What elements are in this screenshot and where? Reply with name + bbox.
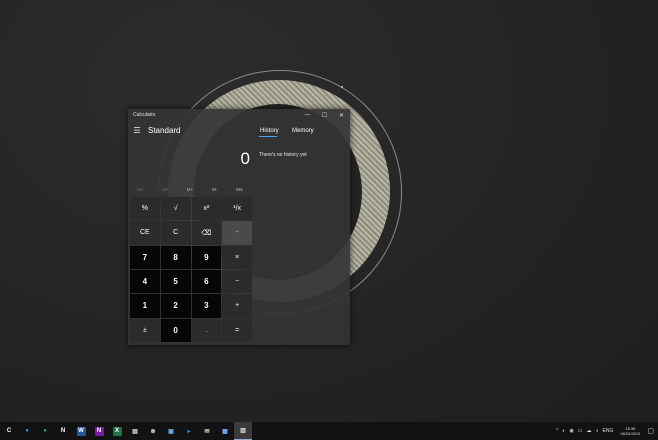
clear-entry-key[interactable]: CE: [130, 221, 160, 245]
system-tray: ^ ◐ ◉ ▭ ☁ ◖ ENG 18:36 06/03/2019 ▢: [554, 422, 658, 440]
memory-recall-button[interactable]: MR: [153, 183, 178, 195]
window-title: Calculator: [133, 112, 156, 118]
reciprocal-key[interactable]: ¹/x: [222, 197, 252, 221]
equals-key[interactable]: =: [222, 318, 252, 342]
spotify-icon-glyph: ●: [43, 428, 47, 434]
backspace-key[interactable]: ⌫: [191, 221, 222, 245]
calculator-header: ☰ Standard History Memory: [128, 123, 350, 141]
result-display: 0: [240, 149, 250, 168]
multiply-key[interactable]: ×: [222, 245, 252, 269]
calculator-window: Calculator — ☐ ✕ ☰ Standard History Memo…: [128, 109, 350, 345]
photos-icon[interactable]: ▣: [162, 422, 180, 440]
onenote-icon[interactable]: N: [90, 422, 108, 440]
display-icon[interactable]: ▭: [576, 428, 585, 434]
close-button[interactable]: ✕: [333, 109, 350, 121]
digit-5-key[interactable]: 5: [160, 270, 191, 294]
memory-row: MC MR M+ M- MS: [128, 183, 252, 195]
notification-icon[interactable]: ▢: [645, 427, 658, 435]
digit-7-key[interactable]: 7: [130, 245, 160, 269]
mail-icon[interactable]: ✉: [198, 422, 216, 440]
digit-3-key[interactable]: 3: [191, 294, 222, 318]
taskbar: C ● ● N W N X ▤ ⊗ ▣ ▸ ✉ ▦ ▥ ^ ◐ ◉ ▭ ☁ ◖ ENG 18:36 06/03/201…: [0, 422, 658, 440]
tab-active-indicator: [259, 136, 277, 137]
browser-icon-glyph: ●: [25, 428, 29, 434]
calculator-icon[interactable]: ▥: [234, 422, 252, 440]
hamburger-menu-icon[interactable]: ☰: [132, 125, 142, 135]
maximize-button[interactable]: ☐: [316, 109, 333, 121]
volume-icon[interactable]: ◖: [593, 428, 600, 434]
square-root-key[interactable]: √: [160, 197, 191, 221]
store-icon[interactable]: ▦: [216, 422, 234, 440]
digit-2-key[interactable]: 2: [160, 294, 191, 318]
notion-icon-glyph: N: [60, 428, 66, 434]
clock-date: 06/03/2019: [620, 431, 641, 436]
remote-icon[interactable]: ▸: [180, 422, 198, 440]
mode-title: Standard: [148, 126, 181, 135]
photos-icon-glyph: ▣: [168, 428, 174, 435]
battery-icon[interactable]: ◐: [560, 428, 567, 434]
word-icon-glyph: W: [76, 426, 86, 436]
subtract-key[interactable]: −: [222, 270, 252, 294]
digit-8-key[interactable]: 8: [160, 245, 191, 269]
tab-history[interactable]: History: [260, 128, 279, 134]
digit-4-key[interactable]: 4: [130, 270, 160, 294]
excel-icon-glyph: X: [112, 426, 122, 436]
mail-icon-glyph: ✉: [204, 428, 210, 435]
digit-9-key[interactable]: 9: [191, 245, 222, 269]
onedrive-icon[interactable]: ☁: [584, 428, 593, 434]
digit-0-key[interactable]: 0: [160, 318, 191, 342]
xbox-icon-glyph: ⊗: [150, 428, 156, 435]
memory-add-button[interactable]: M+: [178, 183, 203, 195]
divide-key[interactable]: ÷: [222, 221, 252, 245]
onenote-icon-glyph: N: [94, 426, 104, 436]
location-icon[interactable]: ◉: [567, 428, 575, 434]
add-key[interactable]: +: [222, 294, 252, 318]
excel-icon[interactable]: X: [108, 422, 126, 440]
language-indicator[interactable]: ENG: [601, 428, 616, 434]
tab-memory[interactable]: Memory: [292, 128, 314, 134]
history-empty-message: There's no history yet: [259, 152, 307, 158]
minimize-button[interactable]: —: [299, 109, 316, 121]
window-controls: — ☐ ✕: [299, 109, 350, 121]
store-icon-glyph: ▦: [222, 428, 228, 435]
memory-subtract-button[interactable]: M-: [202, 183, 227, 195]
memory-clear-button[interactable]: MC: [128, 183, 153, 195]
wallpaper-dot: [341, 86, 343, 88]
square-key[interactable]: x²: [191, 197, 222, 221]
clear-key[interactable]: C: [160, 221, 191, 245]
spotify-icon[interactable]: ●: [36, 422, 54, 440]
clock[interactable]: 18:36 06/03/2019: [615, 426, 645, 436]
start-icon[interactable]: C: [0, 422, 18, 440]
keypad: % √ x² ¹/x CE C ⌫ ÷ 7 8 9 × 4 5 6− 1 2 3 + ±0. =: [130, 197, 252, 342]
title-bar[interactable]: Calculator — ☐ ✕: [128, 109, 350, 121]
negate-key[interactable]: ±: [130, 318, 160, 342]
word-icon[interactable]: W: [72, 422, 90, 440]
remote-icon-glyph: ▸: [187, 428, 191, 435]
calculator-icon-glyph: ▥: [240, 428, 246, 434]
document-icon[interactable]: ▤: [126, 422, 144, 440]
percent-key[interactable]: %: [130, 197, 160, 221]
browser-icon[interactable]: ●: [18, 422, 36, 440]
xbox-icon[interactable]: ⊗: [144, 422, 162, 440]
start-icon-glyph: C: [6, 428, 12, 434]
notion-icon[interactable]: N: [54, 422, 72, 440]
digit-1-key[interactable]: 1: [130, 294, 160, 318]
document-icon-glyph: ▤: [132, 428, 138, 435]
digit-6-key[interactable]: 6: [191, 270, 222, 294]
memory-store-button[interactable]: MS: [227, 183, 252, 195]
decimal-key[interactable]: .: [191, 318, 222, 342]
